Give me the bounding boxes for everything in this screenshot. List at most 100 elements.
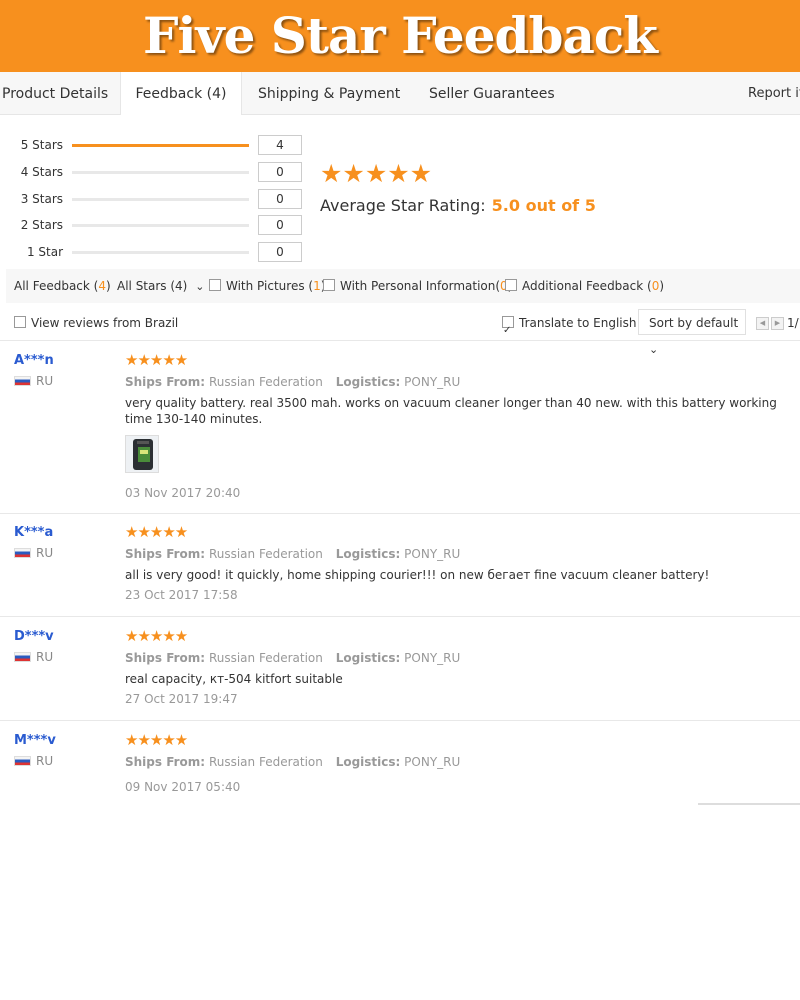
logistics-value: PONY_RU [404,755,461,769]
view-from-brazil-label: View reviews from Brazil [31,316,179,330]
ships-from-value: Russian Federation [208,651,323,665]
review-star-icons: ★★★★★ [125,627,188,645]
filter-count: 4 [98,279,106,293]
rating-bar [72,224,249,227]
rating-row-1[interactable]: 1 Star 0 [0,242,310,262]
review-meta: Ships From: Russian Federation Logistics… [125,650,460,666]
review-meta: Ships From: Russian Federation Logistics… [125,546,460,562]
filter-additional-feedback[interactable]: Additional Feedback (0) [505,269,664,303]
filter-label: With Personal Information( [340,279,501,293]
translate-option[interactable]: Translate to English [502,306,637,348]
filter-count: 1 [313,279,321,293]
review-date: 03 Nov 2017 20:40 [125,486,241,500]
options-row: View reviews from Brazil Translate to En… [0,306,800,356]
filter-label: Additional Feedback ( [522,279,652,293]
country-code: RU [36,754,54,768]
ships-from-label: Ships From: [125,755,206,769]
battery-photo-icon [126,436,158,472]
filter-bar: All Feedback (4) All Stars (4) ⌄ With Pi… [6,269,800,303]
page-indicator: 1/1 [787,316,800,330]
rating-count: 4 [258,135,302,155]
view-from-brazil-checkbox[interactable] [14,316,26,328]
filter-label: All Feedback ( [14,279,99,293]
review-text: all is very good! it quickly, home shipp… [125,568,710,582]
rating-bar [72,198,249,201]
rating-bar-fill [72,144,249,147]
divider [0,616,800,617]
rating-bar [72,251,249,254]
ships-from-label: Ships From: [125,651,206,665]
reviewer-country: RU [14,754,53,768]
rating-count: 0 [258,189,302,209]
divider [0,513,800,514]
banner: Five Star Feedback [0,0,800,72]
reviewer-name[interactable]: D***v [14,629,54,645]
filter-with-personal-info[interactable]: With Personal Information(0) [323,269,512,303]
average-rating: Average Star Rating: 5.0 out of 5 [320,196,596,215]
russia-flag-icon [14,652,31,662]
rating-row-4[interactable]: 4 Stars 0 [0,162,310,182]
rating-row-3[interactable]: 3 Stars 0 [0,189,310,209]
logistics-value: PONY_RU [404,547,461,561]
divider [0,340,800,341]
logistics-value: PONY_RU [404,375,461,389]
rating-row-5[interactable]: 5 Stars 4 [0,135,310,155]
filter-all-feedback[interactable]: All Feedback (4) [14,269,111,303]
reviewer-country: RU [14,546,53,560]
review-meta: Ships From: Russian Federation Logistics… [125,374,460,390]
filter-all-stars-dropdown[interactable]: All Stars (4) ⌄ [117,269,204,304]
review-date: 23 Oct 2017 17:58 [125,588,238,602]
review-meta: Ships From: Russian Federation Logistics… [125,754,460,770]
rating-row-label: 4 Stars [20,165,63,179]
tab-shipping-payment[interactable]: Shipping & Payment [258,72,400,114]
filter-with-pictures[interactable]: With Pictures (1) [209,269,325,303]
review-photo-thumbnail[interactable] [125,435,159,473]
with-pictures-checkbox[interactable] [209,279,221,291]
with-personal-info-checkbox[interactable] [323,279,335,291]
filter-close: ) [659,279,665,293]
logistics-label: Logistics: [335,651,401,665]
prev-page-button[interactable]: ◀ [756,317,769,330]
tab-bar: Product Details Feedback (4) Shipping & … [0,72,800,115]
rating-bar [72,144,249,147]
sort-label: Sort by default [649,316,739,330]
review-item: K***a RU ★★★★★ Ships From: Russian Feder… [0,523,800,615]
additional-feedback-checkbox[interactable] [505,279,517,291]
country-code: RU [36,374,54,388]
country-code: RU [36,650,54,664]
sort-dropdown[interactable]: Sort by default ⌄ [638,309,746,356]
logistics-label: Logistics: [335,375,401,389]
ships-from-value: Russian Federation [208,375,323,389]
review-text: real capacity, кт-504 kitfort suitable [125,672,343,686]
translate-checkbox[interactable] [502,314,514,348]
reviewer-name[interactable]: K***a [14,525,53,541]
rating-count: 0 [258,215,302,235]
review-date: 27 Oct 2017 19:47 [125,692,238,706]
tab-seller-guarantees[interactable]: Seller Guarantees [429,72,555,114]
russia-flag-icon [14,756,31,766]
reviewer-country: RU [14,374,53,388]
divider [0,720,800,721]
chevron-down-icon: ⌄ [195,280,205,293]
russia-flag-icon [14,376,31,386]
review-star-icons: ★★★★★ [125,523,188,541]
translate-label: Translate to English [519,316,637,330]
reviewer-name[interactable]: M***v [14,733,56,749]
filter-label: All Stars (4) [117,279,188,293]
tab-feedback[interactable]: Feedback (4) [120,72,242,115]
view-from-brazil-option[interactable]: View reviews from Brazil [14,306,178,340]
divider [698,803,800,805]
rating-count: 0 [258,162,302,182]
banner-title: Five Star Feedback [143,6,658,65]
russia-flag-icon [14,548,31,558]
filter-label: With Pictures ( [226,279,314,293]
country-code: RU [36,546,54,560]
rating-row-2[interactable]: 2 Stars 0 [0,215,310,235]
tab-product-details[interactable]: Product Details [2,72,108,114]
report-item-link[interactable]: Report ite [748,72,800,114]
average-rating-label: Average Star Rating: [320,196,486,215]
reviewer-name[interactable]: A***n [14,353,54,369]
rating-row-label: 1 Star [26,245,63,259]
next-page-button[interactable]: ▶ [771,317,784,330]
rating-row-label: 3 Stars [20,192,63,206]
